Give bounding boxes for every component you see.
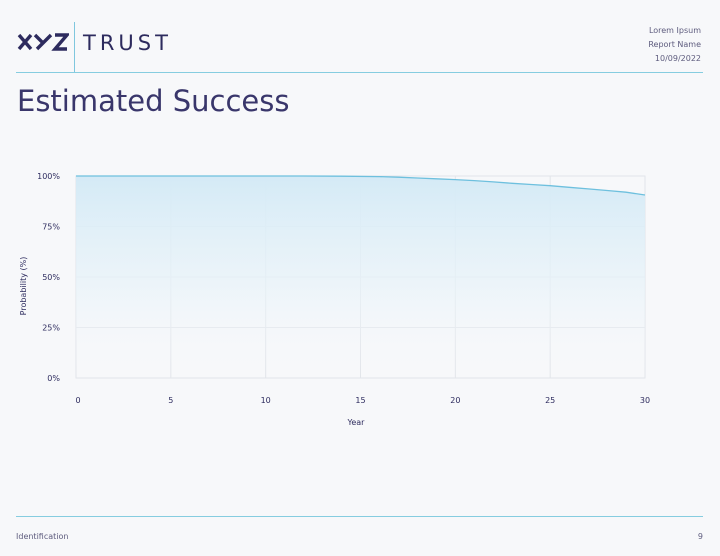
footer-divider xyxy=(16,516,703,517)
success-area-chart: 0% 25% 50% 75% 100% 0 5 10 15 20 25 30 Year Probabi… xyxy=(19,172,650,427)
y-tick-label: 25% xyxy=(42,324,60,333)
y-tick-label: 50% xyxy=(42,273,60,282)
y-tick-label: 0% xyxy=(47,374,60,383)
x-axis-title: Year xyxy=(347,418,366,427)
x-tick-label: 30 xyxy=(640,396,650,405)
y-tick-label: 75% xyxy=(42,223,60,232)
y-axis-title: Probability (%) xyxy=(19,257,28,316)
page-number: 9 xyxy=(697,532,703,541)
x-tick-label: 15 xyxy=(355,396,365,405)
footer-identification: Identification xyxy=(16,532,69,541)
y-tick-label: 100% xyxy=(37,172,60,181)
x-tick-label: 0 xyxy=(75,396,80,405)
x-tick-label: 20 xyxy=(450,396,460,405)
x-tick-label: 25 xyxy=(545,396,555,405)
x-tick-label: 5 xyxy=(168,396,173,405)
x-tick-label: 10 xyxy=(261,396,271,405)
success-area-fill xyxy=(76,176,645,378)
